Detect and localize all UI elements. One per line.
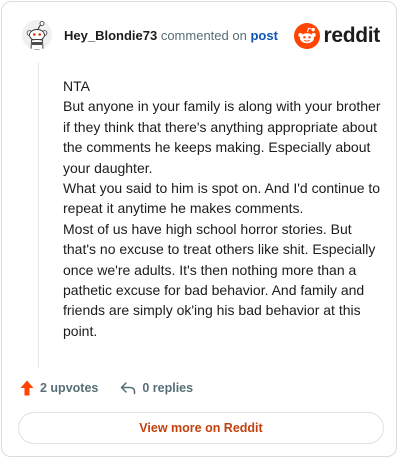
snoo-avatar-icon[interactable]	[22, 20, 52, 50]
replies-button[interactable]: 0 replies	[120, 381, 193, 395]
upvote-arrow-icon	[20, 380, 34, 396]
comment-header: Hey_Blondie73 commented on post reddit	[20, 20, 380, 52]
thread-line	[38, 62, 39, 368]
upvote-count: 2 upvotes	[40, 381, 99, 395]
reply-count: 0 replies	[142, 381, 194, 395]
comment-paragraph: NTA	[63, 78, 90, 94]
post-link[interactable]: post	[250, 28, 277, 43]
commented-on-text: commented on	[160, 28, 247, 43]
upvote-button[interactable]: 2 upvotes	[20, 380, 98, 396]
comment-actions: 2 upvotes 0 replies	[20, 378, 193, 398]
reddit-logo[interactable]: reddit	[294, 22, 380, 50]
comment-paragraph: What you said to him is spot on. And I'd…	[63, 180, 381, 217]
comment-byline: Hey_Blondie73 commented on post	[64, 28, 278, 43]
comment-paragraph: Most of us have high school horror stori…	[63, 220, 376, 339]
comment-body: NTA But anyone in your family is along w…	[63, 76, 383, 341]
username-link[interactable]: Hey_Blondie73	[64, 28, 157, 43]
view-more-on-reddit-button[interactable]: View more on Reddit	[18, 412, 384, 444]
reddit-wordmark: reddit	[323, 24, 380, 47]
reply-arrow-icon	[121, 382, 136, 395]
comment-paragraph: But anyone in your family is along with …	[63, 98, 381, 176]
embedded-comment-card: Hey_Blondie73 commented on post reddit N…	[1, 1, 397, 457]
reddit-alien-icon	[294, 23, 321, 49]
